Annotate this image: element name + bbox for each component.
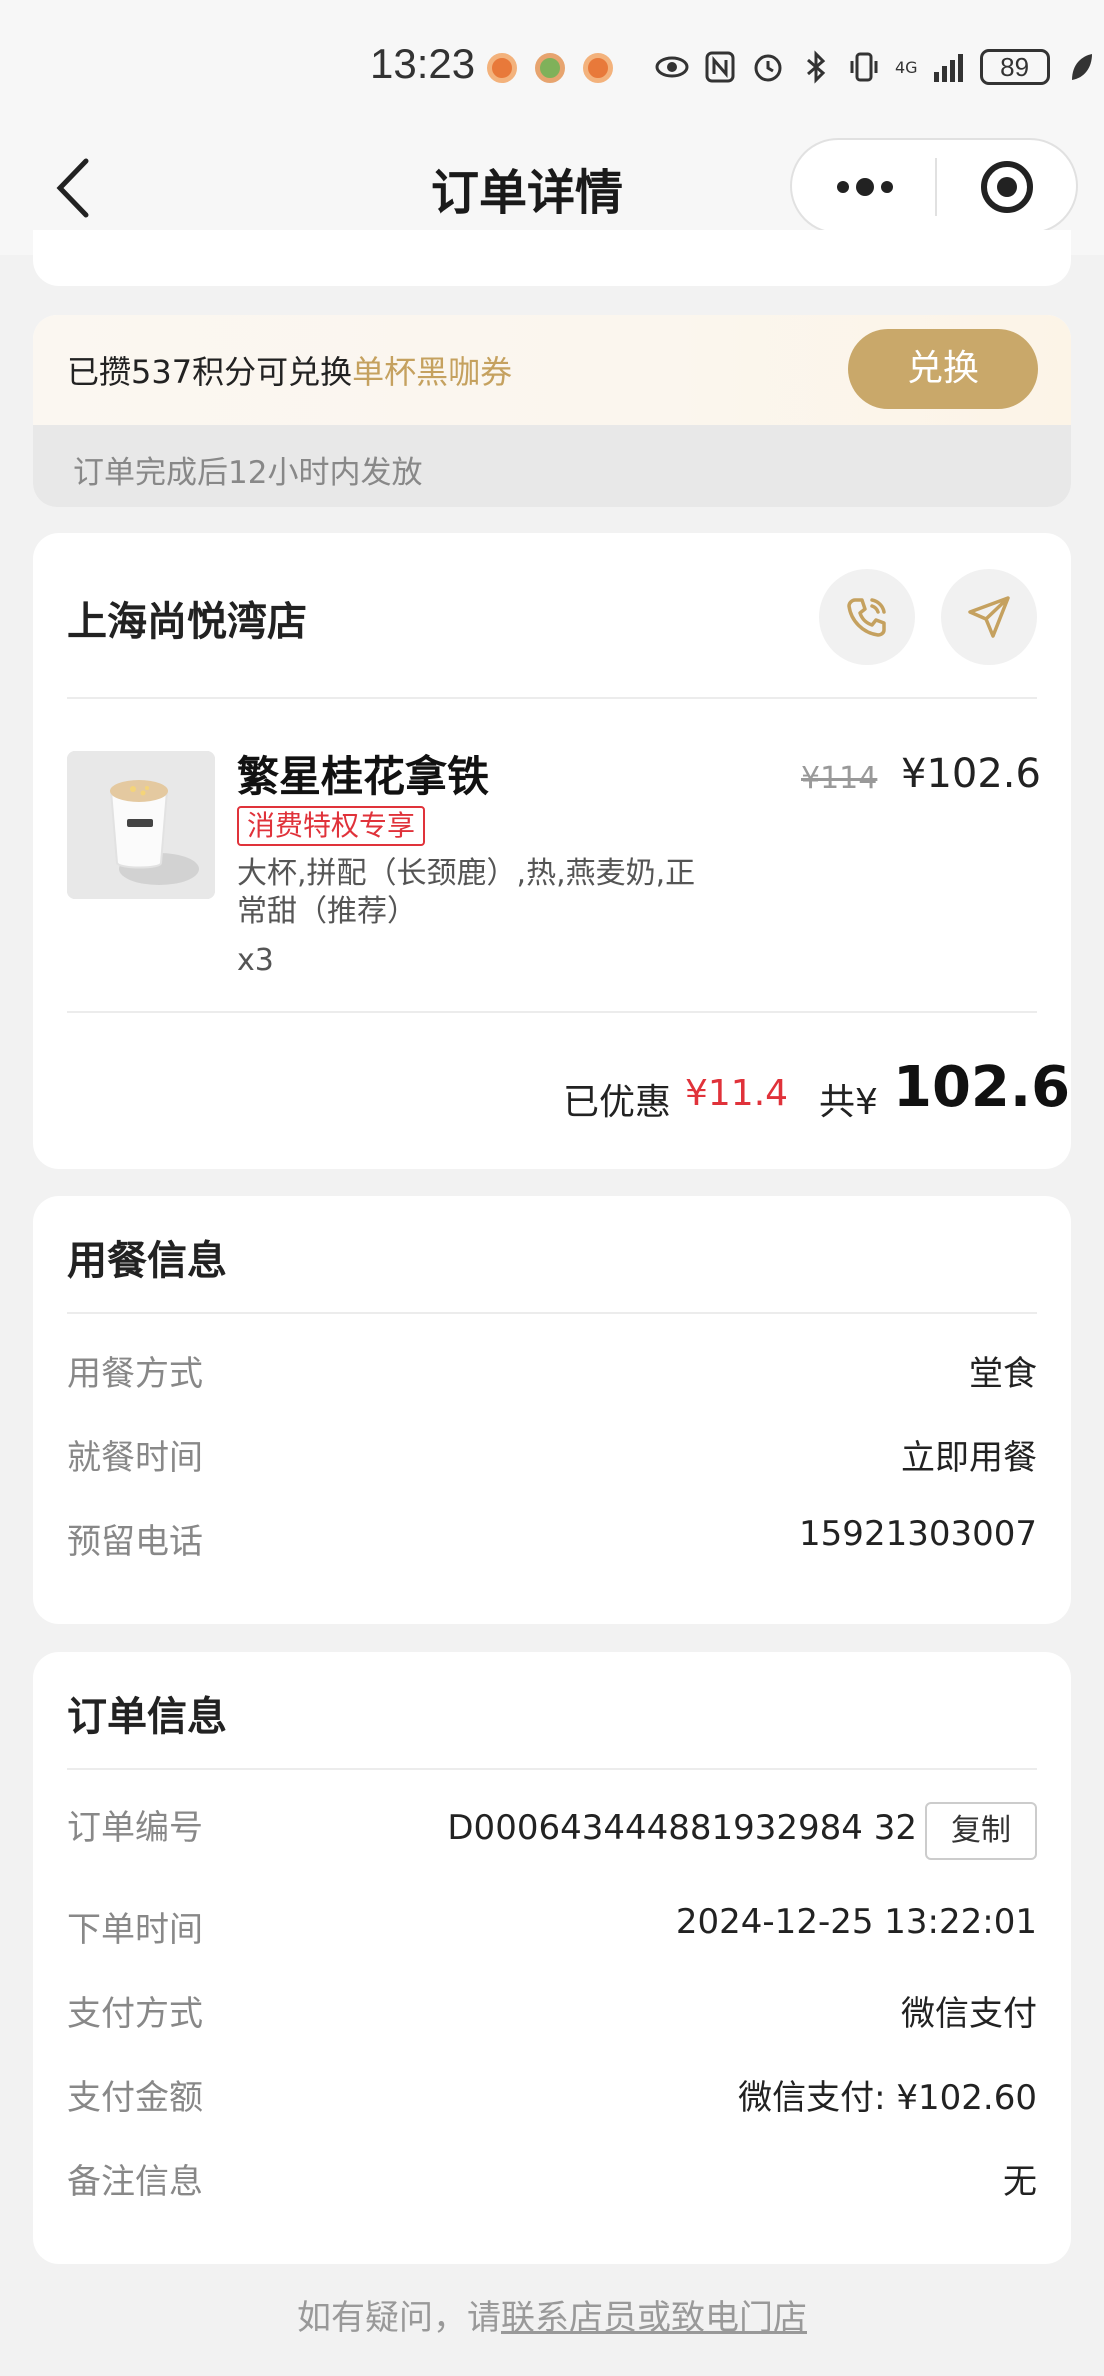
navigate-button[interactable]: [941, 569, 1037, 665]
payment-method-value: 微信支付: [901, 1994, 1037, 2034]
bluetooth-icon: [807, 50, 826, 84]
status-icons: 4G 89: [655, 45, 1098, 89]
call-store-button[interactable]: [819, 569, 915, 665]
discount-label: 已优惠: [563, 1082, 672, 1123]
app-notification-icon: [487, 53, 517, 83]
previous-card-edge: [33, 230, 1071, 286]
payment-amount-value: 微信支付: ¥102.60: [738, 2078, 1037, 2118]
copy-order-number-button[interactable]: 复制: [925, 1802, 1037, 1860]
total-label: 共¥: [819, 1082, 878, 1123]
divider: [67, 1768, 1037, 1770]
order-time-label: 下单时间: [67, 1910, 203, 1950]
product-price: ¥102.6: [901, 751, 1041, 797]
points-text: 已攒537积分可兑换单杯黑咖券: [67, 347, 512, 393]
order-number-value: D000643444881932984 32: [447, 1808, 917, 1848]
product-image: [67, 751, 215, 899]
product-quantity: x3: [237, 943, 274, 978]
store-card: 上海尚悦湾店 繁星桂花拿铁 消费特权专享 大杯,拼配（长颈鹿）,热,燕麦奶,正常…: [33, 533, 1071, 1169]
points-note: 订单完成后12小时内发放: [73, 455, 423, 491]
dining-time-label: 就餐时间: [67, 1438, 203, 1478]
capsule-divider: [935, 158, 937, 216]
divider: [67, 697, 1037, 699]
phone-icon: [847, 598, 886, 637]
points-note-bar: 订单完成后12小时内发放: [33, 425, 1071, 507]
redeem-button[interactable]: 兑换: [848, 329, 1038, 409]
battery-indicator: 89: [979, 49, 1050, 85]
navigation-arrow-icon: [968, 596, 1010, 638]
close-mini-program-icon[interactable]: [980, 160, 1034, 214]
nfc-icon: [705, 51, 735, 83]
discount-amount: ¥11.4: [685, 1073, 789, 1114]
alarm-icon: [754, 54, 782, 82]
points-coupon-name: 单杯黑咖券: [352, 353, 513, 391]
points-prefix: 已攒537积分可兑换: [67, 353, 353, 391]
product-name: 繁星桂花拿铁: [237, 752, 490, 801]
divider: [67, 1011, 1037, 1013]
more-icon[interactable]: [830, 162, 900, 212]
points-banner-top: 已攒537积分可兑换单杯黑咖券 兑换: [33, 315, 1071, 425]
divider: [67, 1312, 1037, 1314]
eye-icon: [655, 56, 689, 78]
store-name: 上海尚悦湾店: [67, 599, 307, 645]
dining-info-title: 用餐信息: [67, 1238, 227, 1284]
dining-info-card: 用餐信息 用餐方式 堂食 就餐时间 立即用餐 预留电话 15921303007: [33, 1196, 1071, 1624]
status-bar: 13:23 4G 89: [0, 0, 1104, 130]
dining-method-value: 堂食: [969, 1354, 1037, 1394]
product-spec: 大杯,拼配（长颈鹿）,热,燕麦奶,正常甜（推荐）: [237, 856, 696, 929]
total-amount: 102.6: [893, 1055, 1071, 1120]
coffee-cup-image: [67, 751, 215, 899]
dining-method-label: 用餐方式: [67, 1354, 203, 1394]
order-info-card: 订单信息 订单编号 D000643444881932984 32 复制 下单时间…: [33, 1652, 1071, 2264]
payment-method-label: 支付方式: [67, 1994, 203, 2034]
product-tag: 消费特权专享: [237, 806, 426, 846]
signal-icon: [933, 54, 963, 82]
order-info-title: 订单信息: [67, 1694, 227, 1740]
status-time: 13:23: [370, 40, 476, 87]
remark-value: 无: [1003, 2162, 1037, 2202]
points-banner: 已攒537积分可兑换单杯黑咖券 兑换 订单完成后12小时内发放: [33, 315, 1071, 507]
dining-time-value: 立即用餐: [901, 1438, 1037, 1478]
contact-store-link[interactable]: 联系店员或致电门店: [501, 2298, 807, 2338]
leaf-icon: [1071, 54, 1092, 80]
original-price: ¥114: [801, 761, 878, 796]
reserved-phone-label: 预留电话: [67, 1522, 203, 1562]
mini-program-capsule: [790, 138, 1078, 234]
reserved-phone-value: 15921303007: [799, 1514, 1037, 1554]
payment-amount-label: 支付金额: [67, 2078, 203, 2118]
footer-help: 如有疑问，请联系店员或致电门店: [0, 2290, 1104, 2339]
vibrate-icon: [850, 52, 878, 82]
order-number-label: 订单编号: [67, 1808, 203, 1848]
app-notification-icon: [583, 53, 613, 83]
order-time-value: 2024-12-25 13:22:01: [675, 1902, 1037, 1942]
app-notification-icon: [535, 53, 565, 83]
network-label: 4G: [895, 57, 918, 77]
remark-label: 备注信息: [67, 2162, 203, 2202]
footer-prefix: 如有疑问，请: [297, 2298, 501, 2338]
